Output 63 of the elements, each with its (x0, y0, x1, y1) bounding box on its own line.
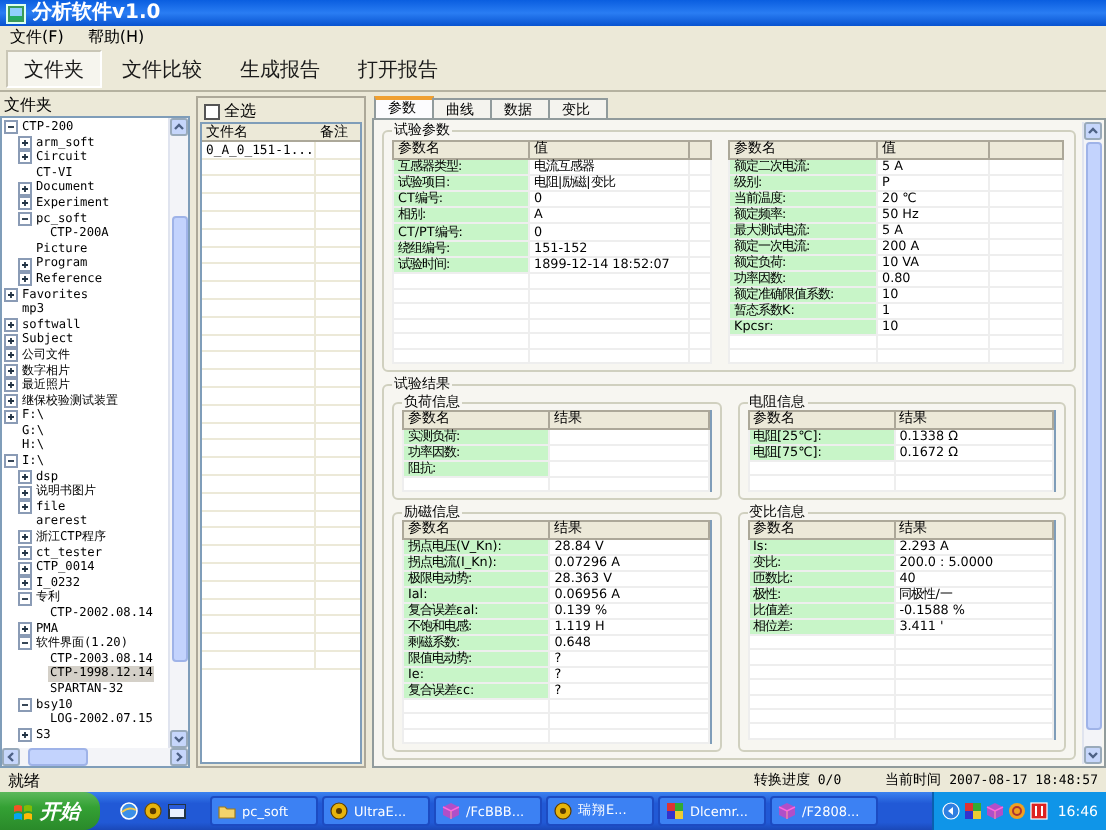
expand-icon[interactable] (18, 272, 32, 287)
ring-icon[interactable] (1007, 802, 1026, 820)
scroll-down-button[interactable] (1084, 746, 1102, 764)
collapse-icon[interactable] (4, 454, 18, 469)
collapse-icon[interactable] (18, 591, 32, 606)
expand-icon[interactable] (4, 378, 18, 393)
expand-icon[interactable] (4, 363, 18, 378)
scroll-thumb[interactable] (28, 748, 88, 766)
scroll-thumb[interactable] (1085, 142, 1101, 730)
expand-icon[interactable] (18, 545, 32, 560)
expand-icon[interactable] (4, 409, 18, 424)
scroll-left-button[interactable] (2, 748, 20, 766)
expand-icon[interactable] (18, 257, 32, 272)
expand-icon[interactable] (18, 530, 32, 545)
expand-icon[interactable] (18, 196, 32, 211)
disc-icon (330, 802, 348, 820)
expand-icon[interactable] (18, 181, 32, 196)
expand-icon[interactable] (4, 393, 18, 408)
start-button[interactable]: 开始 (0, 792, 100, 830)
expand-icon[interactable] (18, 621, 32, 636)
window-title: 分析软件v1.0 (32, 1, 161, 25)
collapse-icon[interactable] (18, 636, 32, 651)
disc-icon (554, 802, 572, 820)
cube-icon (442, 802, 460, 820)
expand-icon[interactable] (18, 469, 32, 484)
expand-icon[interactable] (4, 287, 18, 302)
scrollbar[interactable] (0, 748, 190, 768)
expand-icon[interactable] (18, 500, 32, 515)
scroll-up-button[interactable] (170, 118, 188, 136)
menu-item[interactable]: 帮助(H) (87, 26, 145, 48)
scroll-down-button[interactable] (170, 730, 188, 748)
expand-icon[interactable] (4, 348, 18, 363)
windows-logo-icon (12, 801, 34, 821)
globe-icon[interactable] (120, 802, 138, 820)
collapse-icon[interactable] (18, 211, 32, 226)
panel-title: 文件夹 (2, 96, 54, 116)
checkbox[interactable] (204, 103, 220, 119)
expand-icon[interactable] (4, 318, 18, 333)
folder-icon (218, 802, 236, 820)
expand-icon[interactable] (18, 150, 32, 165)
expand-icon[interactable] (18, 576, 32, 591)
blocks-icon (666, 802, 684, 820)
cube-icon (778, 802, 796, 820)
collapse-icon[interactable] (18, 697, 32, 712)
disc-icon[interactable] (144, 802, 162, 820)
menu-item[interactable]: 文件(F) (10, 26, 64, 48)
expand-icon[interactable] (4, 333, 18, 348)
expand-icon[interactable] (18, 728, 32, 743)
window-icon[interactable] (168, 802, 186, 820)
checkbox-label[interactable]: 全选 (224, 101, 256, 121)
scroll-up-button[interactable] (1084, 122, 1102, 140)
expand-icon[interactable] (18, 561, 32, 576)
square-icon[interactable] (1029, 802, 1048, 820)
collapse-icon[interactable] (4, 120, 18, 135)
expand-icon[interactable] (18, 485, 32, 500)
scroll-thumb[interactable] (171, 216, 187, 662)
expand-icon[interactable] (18, 135, 32, 150)
app-icon (6, 3, 26, 23)
blocks-icon[interactable] (963, 802, 982, 820)
scroll-right-button[interactable] (170, 748, 188, 766)
sound-icon[interactable] (941, 802, 960, 820)
status-text: 就绪 (8, 769, 40, 791)
toolbar-button[interactable]: 文件夹 (6, 50, 102, 88)
